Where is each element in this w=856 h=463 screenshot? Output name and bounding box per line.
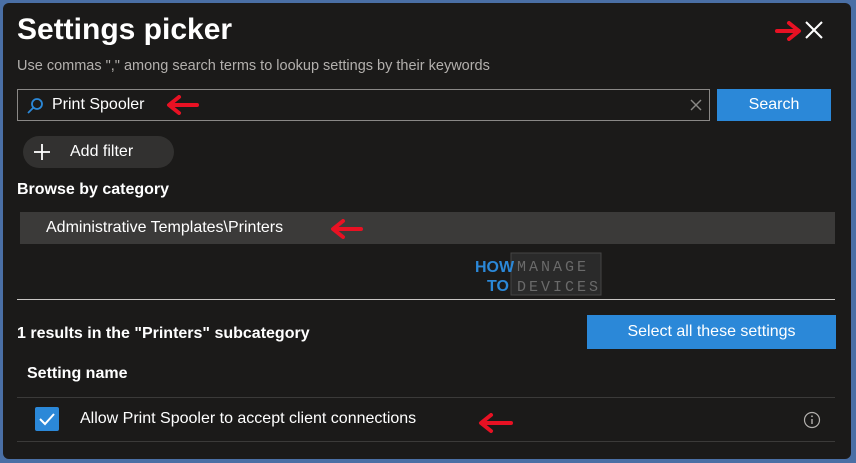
howto-manage-devices-logo: HOW TO MANAGE DEVICES (475, 252, 602, 296)
category-label: Administrative Templates\Printers (46, 219, 284, 236)
logo-devices: DEVICES (517, 279, 601, 296)
search-icon (27, 98, 43, 114)
logo-manage: MANAGE (517, 259, 589, 276)
page-title: Settings picker (17, 13, 233, 46)
add-filter-button[interactable]: Add filter (23, 136, 174, 168)
search-button[interactable]: Search (717, 89, 831, 121)
page-subtitle: Use commas "," among search terms to loo… (17, 58, 490, 74)
category-item-printers[interactable]: Administrative Templates\Printers (20, 212, 835, 244)
logo-how: HOW (475, 259, 515, 276)
setting-name: Allow Print Spooler to accept client con… (80, 410, 417, 427)
setting-checkbox[interactable] (35, 407, 59, 431)
clear-icon[interactable] (688, 97, 704, 113)
plus-icon (34, 144, 50, 160)
search-value: Print Spooler (52, 96, 145, 113)
settings-picker-panel: Settings picker Use commas "," among sea… (3, 3, 851, 459)
row-divider (17, 441, 835, 442)
add-filter-label: Add filter (70, 143, 134, 160)
browse-heading: Browse by category (17, 181, 170, 198)
red-arrow-icon (479, 413, 513, 433)
column-header-setting-name[interactable]: Setting name (27, 365, 127, 383)
select-all-button[interactable]: Select all these settings (587, 315, 836, 349)
logo-to: TO (487, 278, 509, 295)
close-icon[interactable] (801, 17, 827, 43)
red-arrow-icon (167, 95, 199, 115)
info-icon[interactable] (803, 411, 821, 429)
row-divider (17, 397, 835, 398)
section-divider (17, 299, 835, 300)
search-input[interactable]: Print Spooler (17, 89, 710, 121)
results-summary: 1 results in the "Printers" subcategory (17, 325, 310, 342)
red-arrow-icon (331, 219, 363, 239)
checkmark-icon (39, 413, 55, 426)
